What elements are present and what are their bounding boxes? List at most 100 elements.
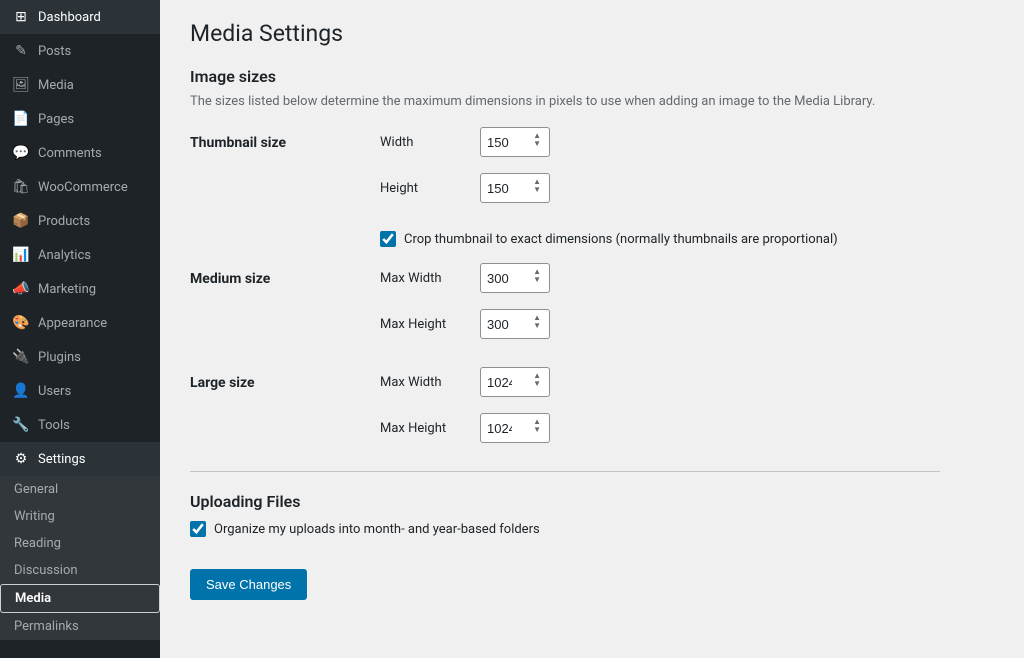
medium-max-width-label: Max Width (380, 271, 470, 286)
sidebar-item-label-plugins: Plugins (38, 350, 81, 365)
thumbnail-width-down[interactable]: ▼ (531, 140, 543, 148)
save-changes-button[interactable]: Save Changes (190, 569, 307, 600)
image-sizes-description: The sizes listed below determine the max… (190, 94, 890, 109)
sidebar-item-label-pages: Pages (38, 112, 74, 127)
marketing-icon: 📣 (12, 280, 30, 298)
sidebar-item-plugins[interactable]: 🔌 Plugins (0, 340, 160, 374)
sidebar: ⊞ Dashboard ✎ Posts 🖼 Media 📄 Pages 💬 Comments 🛍 Wo… (0, 0, 160, 658)
sidebar-item-label-media: Media (38, 78, 74, 93)
thumbnail-height-input[interactable] (487, 181, 527, 196)
large-width-spinner[interactable]: ▲ ▼ (531, 372, 543, 392)
sidebar-item-marketing[interactable]: 📣 Marketing (0, 272, 160, 306)
appearance-icon: 🎨 (12, 314, 30, 332)
sidebar-item-dashboard[interactable]: ⊞ Dashboard (0, 0, 160, 34)
users-icon: 👤 (12, 382, 30, 400)
thumbnail-size-fields: Width ▲ ▼ Height ▲ ▼ (380, 127, 550, 211)
sidebar-item-label-dashboard: Dashboard (38, 10, 101, 25)
section-divider (190, 471, 940, 472)
thumbnail-width-label: Width (380, 135, 470, 150)
sidebar-item-appearance[interactable]: 🎨 Appearance (0, 306, 160, 340)
large-height-spinner[interactable]: ▲ ▼ (531, 418, 543, 438)
sidebar-item-pages[interactable]: 📄 Pages (0, 102, 160, 136)
submenu-item-discussion[interactable]: Discussion (0, 557, 160, 584)
settings-icon: ⚙ (12, 450, 30, 468)
products-icon: 📦 (12, 212, 30, 230)
large-max-width-label: Max Width (380, 375, 470, 390)
large-size-section: Large size Max Width ▲ ▼ Max Height ▲ (190, 367, 994, 451)
thumbnail-height-down[interactable]: ▼ (531, 186, 543, 194)
dashboard-icon: ⊞ (12, 8, 30, 26)
sidebar-item-label-posts: Posts (38, 44, 71, 59)
organize-uploads-row: Organize my uploads into month- and year… (190, 521, 790, 537)
sidebar-item-woocommerce[interactable]: 🛍 WooCommerce (0, 170, 160, 204)
sidebar-item-label-appearance: Appearance (38, 316, 107, 331)
medium-height-down[interactable]: ▼ (531, 322, 543, 330)
sidebar-item-products[interactable]: 📦 Products (0, 204, 160, 238)
submenu-item-writing[interactable]: Writing (0, 503, 160, 530)
thumbnail-height-input-wrapper[interactable]: ▲ ▼ (480, 173, 550, 203)
organize-uploads-checkbox[interactable] (190, 521, 206, 537)
medium-width-spinner[interactable]: ▲ ▼ (531, 268, 543, 288)
large-size-label: Large size (190, 367, 380, 391)
sidebar-item-label-settings: Settings (38, 452, 85, 467)
medium-height-input-wrapper[interactable]: ▲ ▼ (480, 309, 550, 339)
large-width-input-wrapper[interactable]: ▲ ▼ (480, 367, 550, 397)
medium-height-row: Max Height ▲ ▼ (380, 309, 550, 339)
image-sizes-heading: Image sizes (190, 67, 994, 86)
sidebar-item-analytics[interactable]: 📊 Analytics (0, 238, 160, 272)
large-height-down[interactable]: ▼ (531, 426, 543, 434)
sidebar-item-label-comments: Comments (38, 146, 102, 161)
submenu-item-media-sub[interactable]: Media (0, 584, 160, 613)
large-width-input[interactable] (487, 375, 527, 390)
thumbnail-size-section: Thumbnail size Width ▲ ▼ Height ▲ (190, 127, 994, 211)
pages-icon: 📄 (12, 110, 30, 128)
thumbnail-height-label: Height (380, 181, 470, 196)
sidebar-item-label-products: Products (38, 214, 90, 229)
large-height-input[interactable] (487, 421, 527, 436)
sidebar-item-settings[interactable]: ⚙ Settings (0, 442, 160, 476)
crop-thumbnail-checkbox[interactable] (380, 231, 396, 247)
analytics-icon: 📊 (12, 246, 30, 264)
plugins-icon: 🔌 (12, 348, 30, 366)
thumbnail-height-spinner[interactable]: ▲ ▼ (531, 178, 543, 198)
thumbnail-width-input[interactable] (487, 135, 527, 150)
medium-size-section: Medium size Max Width ▲ ▼ Max Height ▲ (190, 263, 994, 347)
medium-size-fields: Max Width ▲ ▼ Max Height ▲ ▼ (380, 263, 550, 347)
sidebar-item-label-woocommerce: WooCommerce (38, 180, 128, 195)
medium-height-spinner[interactable]: ▲ ▼ (531, 314, 543, 334)
large-height-row: Max Height ▲ ▼ (380, 413, 550, 443)
large-width-down[interactable]: ▼ (531, 380, 543, 388)
media-icon: 🖼 (12, 76, 30, 94)
thumbnail-size-label: Thumbnail size (190, 127, 380, 151)
organize-uploads-label[interactable]: Organize my uploads into month- and year… (214, 522, 540, 537)
sidebar-item-users[interactable]: 👤 Users (0, 374, 160, 408)
settings-submenu: GeneralWritingReadingDiscussionMediaPerm… (0, 476, 160, 640)
large-max-height-label: Max Height (380, 421, 470, 436)
sidebar-item-media[interactable]: 🖼 Media (0, 68, 160, 102)
tools-icon: 🔧 (12, 416, 30, 434)
posts-icon: ✎ (12, 42, 30, 60)
crop-thumbnail-label[interactable]: Crop thumbnail to exact dimensions (norm… (404, 232, 838, 247)
medium-width-input-wrapper[interactable]: ▲ ▼ (480, 263, 550, 293)
thumbnail-width-input-wrapper[interactable]: ▲ ▼ (480, 127, 550, 157)
sidebar-item-label-marketing: Marketing (38, 282, 96, 297)
large-height-input-wrapper[interactable]: ▲ ▼ (480, 413, 550, 443)
sidebar-item-label-users: Users (38, 384, 71, 399)
large-size-fields: Max Width ▲ ▼ Max Height ▲ ▼ (380, 367, 550, 451)
sidebar-item-comments[interactable]: 💬 Comments (0, 136, 160, 170)
submenu-item-general[interactable]: General (0, 476, 160, 503)
woocommerce-icon: 🛍 (12, 178, 30, 196)
medium-height-input[interactable] (487, 317, 527, 332)
submenu-item-reading[interactable]: Reading (0, 530, 160, 557)
thumbnail-height-row: Height ▲ ▼ (380, 173, 550, 203)
comments-icon: 💬 (12, 144, 30, 162)
medium-width-down[interactable]: ▼ (531, 276, 543, 284)
thumbnail-width-spinner[interactable]: ▲ ▼ (531, 132, 543, 152)
sidebar-item-tools[interactable]: 🔧Tools (0, 408, 160, 442)
medium-width-input[interactable] (487, 271, 527, 286)
uploading-files-heading: Uploading Files (190, 492, 994, 511)
sidebar-item-posts[interactable]: ✎ Posts (0, 34, 160, 68)
submenu-item-permalinks[interactable]: Permalinks (0, 613, 160, 640)
crop-thumbnail-row: Crop thumbnail to exact dimensions (norm… (380, 231, 980, 247)
sidebar-item-label-analytics: Analytics (38, 248, 91, 263)
